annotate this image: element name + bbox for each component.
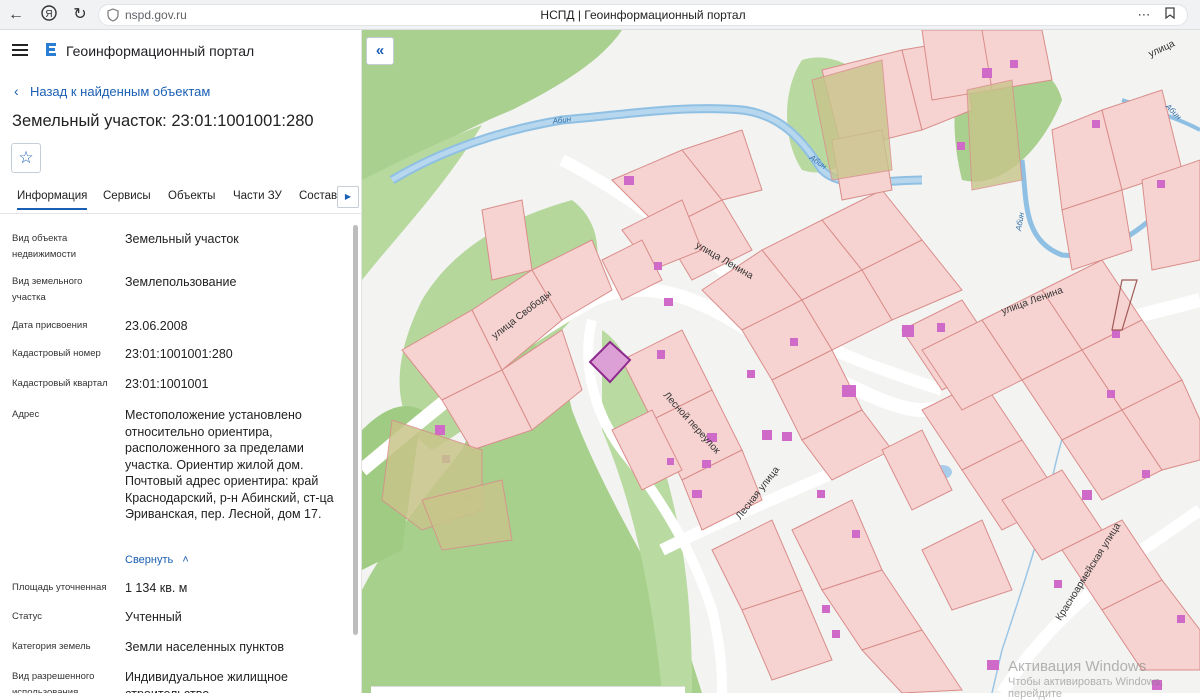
building <box>1142 470 1150 478</box>
property-value: Учтенный <box>125 610 182 624</box>
object-info-panel: Геоинформационный портал ‹ Назад к найден… <box>0 30 362 693</box>
portal-logo-icon <box>46 43 56 56</box>
land-parcel[interactable] <box>881 429 953 511</box>
building <box>692 490 702 498</box>
property-value: Земельный участок <box>125 232 239 246</box>
building <box>957 142 965 150</box>
back-arrow-icon[interactable]: ← <box>6 5 26 25</box>
tab-information[interactable]: Информация <box>17 190 88 210</box>
building <box>667 458 674 465</box>
building <box>1112 330 1120 338</box>
property-value: Индивидуальное жилищное строительство <box>125 670 288 693</box>
collapse-panel-button[interactable]: « <box>366 37 394 65</box>
shield-icon <box>107 8 119 22</box>
property-value: 1 134 кв. м <box>125 581 188 595</box>
object-title: Земельный участок: 23:01:1001001:280 <box>12 112 314 130</box>
windows-activation-watermark: Активация Windows <box>1008 658 1147 675</box>
building <box>624 176 634 185</box>
property-value: Землепользование <box>125 275 237 289</box>
building <box>1092 120 1100 128</box>
building <box>937 323 945 332</box>
yandex-icon[interactable]: Я <box>39 5 59 25</box>
building <box>654 262 662 270</box>
map-bottom-bar <box>371 686 685 693</box>
hamburger-menu-icon[interactable] <box>12 44 28 56</box>
building <box>982 68 992 78</box>
property-label: Площадь уточненная <box>12 582 107 593</box>
page-title: НСПД | Геоинформационный портал <box>540 8 746 22</box>
building <box>902 325 914 337</box>
property-value: 23.06.2008 <box>125 319 188 333</box>
url-text: nspd.gov.ru <box>125 8 187 22</box>
land-parcel[interactable] <box>921 519 1013 611</box>
property-label: Кадастровый номер <box>12 348 101 359</box>
property-value-address: Местоположение установлено относительно … <box>125 408 334 521</box>
property-value: Земли населенных пунктов <box>125 640 284 654</box>
property-label: Статус <box>12 611 43 622</box>
building <box>747 370 755 378</box>
building <box>782 432 792 441</box>
building <box>664 298 673 306</box>
chevron-left-icon: ‹ <box>14 83 19 99</box>
windows-activation-hint: Чтобы активировать Windows, перейдите <box>1008 676 1164 700</box>
building <box>1157 180 1165 188</box>
map-canvas[interactable]: улица Ленина улица Ленина улица Свободы … <box>362 30 1200 693</box>
chevron-up-icon: ˄ <box>182 554 189 566</box>
browser-toolbar: ← Я ↻ nspd.gov.ru НСПД | Геоинформационн… <box>0 0 1200 30</box>
building <box>1082 490 1092 500</box>
tab-services[interactable]: Сервисы <box>103 190 151 202</box>
favorite-button[interactable]: ☆ <box>11 143 41 173</box>
tab-composition[interactable]: Состав <box>299 190 337 202</box>
property-value: 23:01:1001001:280 <box>125 347 233 361</box>
building <box>657 350 665 359</box>
more-icon[interactable]: ⋯ <box>1135 6 1153 24</box>
building <box>832 630 840 638</box>
building <box>790 338 798 346</box>
building <box>1010 60 1018 68</box>
back-to-results-link[interactable]: ‹ Назад к найденным объектам <box>14 83 210 99</box>
star-icon: ☆ <box>18 148 34 167</box>
land-parcel[interactable] <box>1141 159 1200 271</box>
building <box>762 430 772 440</box>
building <box>435 425 445 435</box>
portal-name: Геоинформационный портал <box>66 43 255 59</box>
property-label: Вид земельного участка <box>12 276 83 303</box>
property-label: Кадастровый квартал <box>12 378 108 389</box>
tab-parts[interactable]: Части ЗУ <box>233 190 282 202</box>
collapse-link[interactable]: Свернуть ˄ <box>125 554 189 566</box>
property-label: Вид разрешенного использования <box>12 671 95 693</box>
property-label: Вид объекта недвижимости <box>12 233 77 260</box>
tab-objects[interactable]: Объекты <box>168 190 215 202</box>
property-label: Дата присвоения <box>12 320 88 331</box>
building <box>702 460 711 468</box>
building <box>1054 580 1062 588</box>
tabs-next-button[interactable]: ▶ <box>337 186 359 208</box>
building <box>1107 390 1115 398</box>
property-value: 23:01:1001001 <box>125 377 209 391</box>
sidebar-scrollbar[interactable] <box>353 225 358 635</box>
building <box>987 660 999 670</box>
address-bar[interactable]: nspd.gov.ru НСПД | Геоинформационный пор… <box>98 4 1188 26</box>
svg-text:Я: Я <box>45 9 52 20</box>
reload-icon[interactable]: ↻ <box>70 5 90 25</box>
building <box>842 385 856 397</box>
property-label: Категория земель <box>12 641 91 652</box>
tab-bar: Информация Сервисы Объекты Части ЗУ Сост… <box>0 182 361 214</box>
double-chevron-left-icon: « <box>375 42 385 59</box>
property-label: Адрес <box>12 409 40 420</box>
building <box>822 605 830 613</box>
bookmark-icon[interactable] <box>1161 6 1179 24</box>
building <box>1177 615 1185 623</box>
building <box>852 530 860 538</box>
building <box>817 490 825 498</box>
